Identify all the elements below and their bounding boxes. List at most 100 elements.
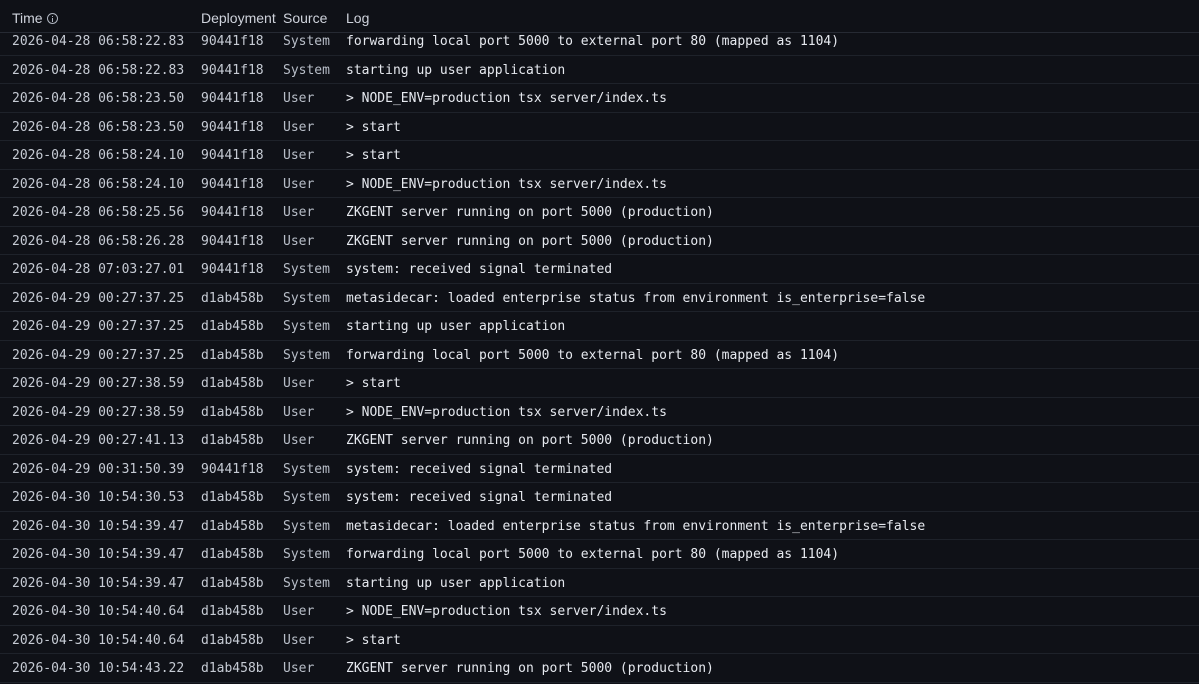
log-message: system: received signal terminated: [346, 461, 613, 477]
log-deployment: 90441f18: [201, 62, 264, 78]
log-row[interactable]: 2026-04-30 10:54:39.47 d1ab458b System forw…: [0, 540, 1199, 569]
log-source: User: [283, 604, 315, 619]
log-time: 2026-04-30 10:54:40.64: [12, 632, 185, 648]
log-time: 2026-04-28 06:58:25.56: [12, 205, 185, 220]
log-row[interactable]: 2026-04-29 00:27:38.59 d1ab458b User > star…: [0, 369, 1199, 398]
log-message: > NODE_ENV=production tsx server/index.t…: [346, 604, 667, 619]
log-deployment: 90441f18: [201, 205, 264, 220]
log-deployment: d1ab458b: [201, 376, 264, 391]
log-source: System: [283, 547, 330, 562]
log-source: User: [283, 433, 315, 448]
log-row[interactable]: 2026-04-29 00:27:38.59 d1ab458b User > NODE…: [0, 398, 1199, 426]
log-source: System: [283, 461, 330, 477]
log-deployment: 90441f18: [201, 461, 264, 477]
log-time: 2026-04-28 07:03:27.01: [12, 262, 185, 277]
log-row[interactable]: 2026-04-29 00:27:37.25 d1ab458b System star…: [0, 312, 1199, 341]
log-source: System: [283, 262, 330, 277]
log-message: metasidecar: loaded enterprise status fr…: [346, 290, 926, 306]
log-row[interactable]: 2026-04-28 06:58:23.50 90441f18 User > star…: [0, 113, 1199, 141]
log-deployment: d1ab458b: [201, 433, 264, 448]
log-time: 2026-04-30 10:54:30.53: [12, 490, 185, 505]
log-time: 2026-04-28 06:58:22.83: [12, 34, 185, 49]
column-header-log[interactable]: Log: [346, 10, 369, 26]
log-deployment: 90441f18: [201, 233, 264, 249]
log-deployment: d1ab458b: [201, 319, 264, 334]
log-time: 2026-04-28 06:58:24.10: [12, 148, 185, 163]
log-time: 2026-04-29 00:27:41.13: [12, 433, 185, 448]
log-message: > start: [346, 632, 401, 648]
log-row[interactable]: 2026-04-30 10:54:30.53 d1ab458b System syst…: [0, 483, 1199, 512]
log-time: 2026-04-29 00:31:50.39: [12, 461, 185, 477]
column-header-deployment[interactable]: Deployment: [201, 10, 276, 26]
log-deployment: d1ab458b: [201, 404, 264, 420]
log-deployment: d1ab458b: [201, 575, 264, 591]
log-source: User: [283, 233, 315, 249]
log-row[interactable]: 2026-04-30 10:54:43.22 d1ab458b User ZKGENT…: [0, 654, 1199, 683]
log-source: System: [283, 62, 330, 78]
log-source: User: [283, 176, 315, 192]
log-time: 2026-04-29 00:27:38.59: [12, 404, 185, 420]
log-deployment: d1ab458b: [201, 632, 264, 648]
log-message: > NODE_ENV=production tsx server/index.t…: [346, 176, 667, 192]
log-message: > start: [346, 148, 401, 163]
log-source: System: [283, 347, 330, 363]
log-time: 2026-04-28 06:58:26.28: [12, 233, 185, 249]
log-row[interactable]: 2026-04-30 10:54:40.64 d1ab458b User > star…: [0, 626, 1199, 654]
log-time: 2026-04-30 10:54:39.47: [12, 575, 185, 591]
log-row[interactable]: 2026-04-30 10:54:40.64 d1ab458b User > NODE…: [0, 597, 1199, 626]
log-row[interactable]: 2026-04-30 10:54:39.47 d1ab458b System meta…: [0, 512, 1199, 540]
log-time: 2026-04-29 00:27:37.25: [12, 290, 185, 306]
log-time: 2026-04-30 10:54:39.47: [12, 547, 185, 562]
log-time: 2026-04-30 10:54:39.47: [12, 518, 185, 534]
log-deployment: 90441f18: [201, 262, 264, 277]
log-time: 2026-04-28 06:58:23.50: [12, 119, 185, 135]
column-header-time-label: Time: [12, 10, 43, 26]
log-time: 2026-04-30 10:54:40.64: [12, 604, 185, 619]
log-deployment: d1ab458b: [201, 604, 264, 619]
log-message: system: received signal terminated: [346, 490, 613, 505]
log-deployment: 90441f18: [201, 91, 264, 106]
log-message: starting up user application: [346, 319, 566, 334]
log-source: System: [283, 575, 330, 591]
log-source: User: [283, 148, 315, 163]
log-deployment: d1ab458b: [201, 290, 264, 306]
log-row[interactable]: 2026-04-28 06:58:26.28 90441f18 User ZKGENT…: [0, 227, 1199, 255]
log-row[interactable]: 2026-04-28 06:58:23.50 90441f18 User > NODE…: [0, 84, 1199, 113]
log-time: 2026-04-29 00:27:37.25: [12, 347, 185, 363]
log-message: starting up user application: [346, 62, 566, 78]
info-icon[interactable]: [46, 13, 58, 24]
column-header-source[interactable]: Source: [283, 10, 327, 26]
log-rows: 2026-04-28 06:58:22.83 90441f18 System forw…: [0, 27, 1199, 684]
log-time: 2026-04-30 10:54:43.22: [12, 661, 185, 676]
log-message: > NODE_ENV=production tsx server/index.t…: [346, 91, 667, 106]
log-time: 2026-04-29 00:27:38.59: [12, 376, 185, 391]
log-source: User: [283, 91, 315, 106]
log-message: forwarding local port 5000 to external p…: [346, 347, 840, 363]
log-row[interactable]: 2026-04-28 06:58:24.10 90441f18 User > star…: [0, 141, 1199, 170]
log-time: 2026-04-28 06:58:23.50: [12, 91, 185, 106]
log-message: ZKGENT server running on port 5000 (prod…: [346, 433, 714, 448]
column-header-time[interactable]: Time: [12, 10, 58, 26]
log-row[interactable]: 2026-04-28 07:03:27.01 90441f18 System syst…: [0, 255, 1199, 284]
log-row[interactable]: 2026-04-29 00:31:50.39 90441f18 System syst…: [0, 455, 1199, 483]
log-row[interactable]: 2026-04-28 06:58:22.83 90441f18 System forw…: [0, 27, 1199, 56]
log-deployment: d1ab458b: [201, 518, 264, 534]
log-row[interactable]: 2026-04-29 00:27:37.25 d1ab458b System meta…: [0, 284, 1199, 312]
log-message: > start: [346, 376, 401, 391]
log-message: > NODE_ENV=production tsx server/index.t…: [346, 404, 667, 420]
log-source: User: [283, 404, 315, 420]
log-deployment: 90441f18: [201, 176, 264, 192]
log-row[interactable]: 2026-04-29 00:27:37.25 d1ab458b System forw…: [0, 341, 1199, 369]
log-row[interactable]: 2026-04-28 06:58:22.83 90441f18 System star…: [0, 56, 1199, 84]
log-deployment: d1ab458b: [201, 490, 264, 505]
log-time: 2026-04-28 06:58:22.83: [12, 62, 185, 78]
log-row[interactable]: 2026-04-30 10:54:39.47 d1ab458b System star…: [0, 569, 1199, 597]
log-time: 2026-04-29 00:27:37.25: [12, 319, 185, 334]
log-row[interactable]: 2026-04-28 06:58:24.10 90441f18 User > NODE…: [0, 170, 1199, 198]
log-row[interactable]: 2026-04-28 06:58:25.56 90441f18 User ZKGENT…: [0, 198, 1199, 227]
log-source: User: [283, 661, 315, 676]
log-source: System: [283, 490, 330, 505]
log-source: System: [283, 518, 330, 534]
log-message: system: received signal terminated: [346, 262, 613, 277]
log-row[interactable]: 2026-04-29 00:27:41.13 d1ab458b User ZKGENT…: [0, 426, 1199, 455]
